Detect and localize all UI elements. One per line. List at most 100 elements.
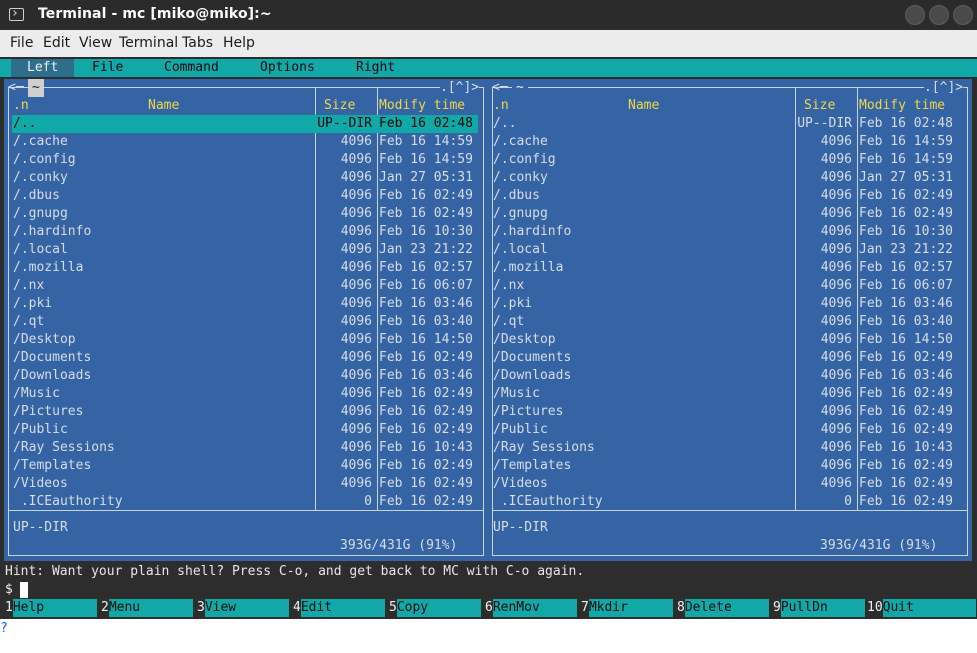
right-file-row[interactable]: /.hardinfo 4096 Feb 16 10:30 [488, 223, 972, 241]
right-file-name: /Pictures [493, 404, 564, 419]
right-file-row[interactable]: /.. UP--DIR Feb 16 02:48 [488, 115, 972, 133]
shell-prompt: $ [5, 582, 13, 597]
mc-menu-file[interactable]: File [92, 59, 123, 77]
mc-menu-command[interactable]: Command [164, 59, 219, 77]
menu-terminal[interactable]: Terminal [119, 35, 178, 51]
right-file-row[interactable]: /Desktop 4096 Feb 16 14:50 [488, 331, 972, 349]
mc-menu-options[interactable]: Options [260, 59, 315, 77]
right-panel[interactable]: <─ ~ .[^]> .n Name Size Modify time /.. U… [488, 79, 972, 561]
fkey-menu[interactable]: 2Menu [101, 599, 193, 617]
menu-tabs[interactable]: Tabs [182, 35, 213, 51]
left-file-row[interactable]: /Documents 4096 Feb 16 02:49 [4, 349, 488, 367]
maximize-icon[interactable] [929, 5, 949, 25]
right-file-row[interactable]: /.config 4096 Feb 16 14:59 [488, 151, 972, 169]
right-file-mtime: Feb 16 02:49 [859, 188, 953, 203]
fkey-number: 6 [485, 600, 493, 615]
right-file-row[interactable]: /Videos 4096 Feb 16 02:49 [488, 475, 972, 493]
right-file-size: 4096 [820, 440, 852, 455]
fkey-edit[interactable]: 4Edit [293, 599, 385, 617]
left-file-row[interactable]: /.nx 4096 Feb 16 06:07 [4, 277, 488, 295]
left-file-row[interactable]: /.mozilla 4096 Feb 16 02:57 [4, 259, 488, 277]
right-file-row[interactable]: /Templates 4096 Feb 16 02:49 [488, 457, 972, 475]
left-file-row[interactable]: /.hardinfo 4096 Feb 16 10:30 [4, 223, 488, 241]
right-header-size[interactable]: Size [804, 97, 835, 115]
left-file-row[interactable]: /Desktop 4096 Feb 16 14:50 [4, 331, 488, 349]
right-file-row[interactable]: /Documents 4096 Feb 16 02:49 [488, 349, 972, 367]
left-file-row[interactable]: /Pictures 4096 Feb 16 02:49 [4, 403, 488, 421]
right-file-row[interactable]: /Downloads 4096 Feb 16 03:46 [488, 367, 972, 385]
fkey-copy[interactable]: 5Copy [389, 599, 481, 617]
right-file-row[interactable]: /Music 4096 Feb 16 02:49 [488, 385, 972, 403]
right-file-size: 4096 [820, 332, 852, 347]
fkey-view[interactable]: 3View [197, 599, 289, 617]
left-file-row[interactable]: /.local 4096 Jan 23 21:22 [4, 241, 488, 259]
left-file-row[interactable]: /.. UP--DIR Feb 16 02:48 [4, 115, 488, 133]
right-sort-indicator[interactable]: .n [493, 97, 509, 115]
fkey-delete[interactable]: 8Delete [677, 599, 769, 617]
left-file-row[interactable]: /.cache 4096 Feb 16 14:59 [4, 133, 488, 151]
right-header-mtime[interactable]: Modify time [859, 97, 945, 115]
right-file-row[interactable]: /.mozilla 4096 Feb 16 02:57 [488, 259, 972, 277]
right-file-row[interactable]: /.local 4096 Jan 23 21:22 [488, 241, 972, 259]
menu-view[interactable]: View [79, 35, 112, 51]
right-file-row[interactable]: /Public 4096 Feb 16 02:49 [488, 421, 972, 439]
left-file-name: /.hardinfo [13, 224, 92, 239]
left-file-row[interactable]: /Music 4096 Feb 16 02:49 [4, 385, 488, 403]
right-file-name: /.dbus [493, 188, 540, 203]
minimize-icon[interactable] [905, 5, 925, 25]
left-header-size[interactable]: Size [324, 97, 355, 115]
left-file-row[interactable]: .ICEauthority 0 Feb 16 02:49 [4, 493, 488, 511]
left-file-row[interactable]: /Public 4096 Feb 16 02:49 [4, 421, 488, 439]
mc-menu-right[interactable]: Right [356, 59, 395, 77]
left-file-row[interactable]: /.gnupg 4096 Feb 16 02:49 [4, 205, 488, 223]
right-file-row[interactable]: /Ray Sessions 4096 Feb 16 10:43 [488, 439, 972, 457]
left-panel[interactable]: <─ ~ .[^]> .n Name Size Modify time /.. U… [4, 79, 488, 561]
left-file-row[interactable]: /.conky 4096 Jan 27 05:31 [4, 169, 488, 187]
right-file-row[interactable]: /.cache 4096 Feb 16 14:59 [488, 133, 972, 151]
right-file-row[interactable]: /.gnupg 4096 Feb 16 02:49 [488, 205, 972, 223]
left-file-row[interactable]: /.qt 4096 Feb 16 03:40 [4, 313, 488, 331]
right-panel-path[interactable]: ~ [512, 79, 528, 97]
menu-edit[interactable]: Edit [43, 35, 70, 51]
left-header-mtime[interactable]: Modify time [379, 97, 465, 115]
fkey-pulldn[interactable]: 9PullDn [773, 599, 865, 617]
left-header-name[interactable]: Name [148, 97, 179, 115]
right-file-name: /Templates [493, 458, 572, 473]
right-file-row[interactable]: /Pictures 4096 Feb 16 02:49 [488, 403, 972, 421]
close-icon[interactable] [953, 5, 973, 25]
left-file-name: /.gnupg [13, 206, 68, 221]
command-line[interactable]: $ [0, 581, 977, 599]
right-file-row[interactable]: /.conky 4096 Jan 27 05:31 [488, 169, 972, 187]
right-file-name: .ICEauthority [493, 494, 603, 509]
right-file-row[interactable]: /.dbus 4096 Feb 16 02:49 [488, 187, 972, 205]
terminal-area[interactable]: Left File Command Options Right <─ ~ .[^… [0, 57, 977, 619]
left-file-size: UP--DIR [314, 115, 372, 133]
menu-help[interactable]: Help [223, 35, 255, 51]
fkey-help[interactable]: 1Help [5, 599, 97, 617]
left-file-row[interactable]: /.pki 4096 Feb 16 03:46 [4, 295, 488, 313]
left-file-row[interactable]: /Downloads 4096 Feb 16 03:46 [4, 367, 488, 385]
left-file-row[interactable]: /Videos 4096 Feb 16 02:49 [4, 475, 488, 493]
left-file-row[interactable]: /Ray Sessions 4096 Feb 16 10:43 [4, 439, 488, 457]
right-file-size: 4096 [820, 314, 852, 329]
right-panel-corner[interactable]: .[^]> [924, 79, 964, 97]
left-file-row[interactable]: /.dbus 4096 Feb 16 02:49 [4, 187, 488, 205]
right-file-row[interactable]: /.qt 4096 Feb 16 03:40 [488, 313, 972, 331]
fkey-renmov[interactable]: 6RenMov [485, 599, 577, 617]
right-file-row[interactable]: /.pki 4096 Feb 16 03:46 [488, 295, 972, 313]
right-file-row[interactable]: /.nx 4096 Feb 16 06:07 [488, 277, 972, 295]
left-panel-corner[interactable]: .[^]> [440, 79, 480, 97]
left-file-mtime: Jan 27 05:31 [379, 170, 473, 185]
right-file-row[interactable]: .ICEauthority 0 Feb 16 02:49 [488, 493, 972, 511]
left-file-row[interactable]: /.config 4096 Feb 16 14:59 [4, 151, 488, 169]
left-file-row[interactable]: /Templates 4096 Feb 16 02:49 [4, 457, 488, 475]
left-sort-indicator[interactable]: .n [13, 97, 29, 115]
menu-file[interactable]: File [10, 35, 33, 51]
fkey-quit[interactable]: 10Quit [867, 599, 976, 617]
left-file-mtime: Feb 16 02:57 [379, 260, 473, 275]
right-header-name[interactable]: Name [628, 97, 659, 115]
left-panel-path[interactable]: ~ [28, 79, 44, 97]
fkey-mkdir[interactable]: 7Mkdir [581, 599, 673, 617]
mc-menu-left[interactable]: Left [11, 59, 75, 77]
right-file-size: 4096 [820, 260, 852, 275]
